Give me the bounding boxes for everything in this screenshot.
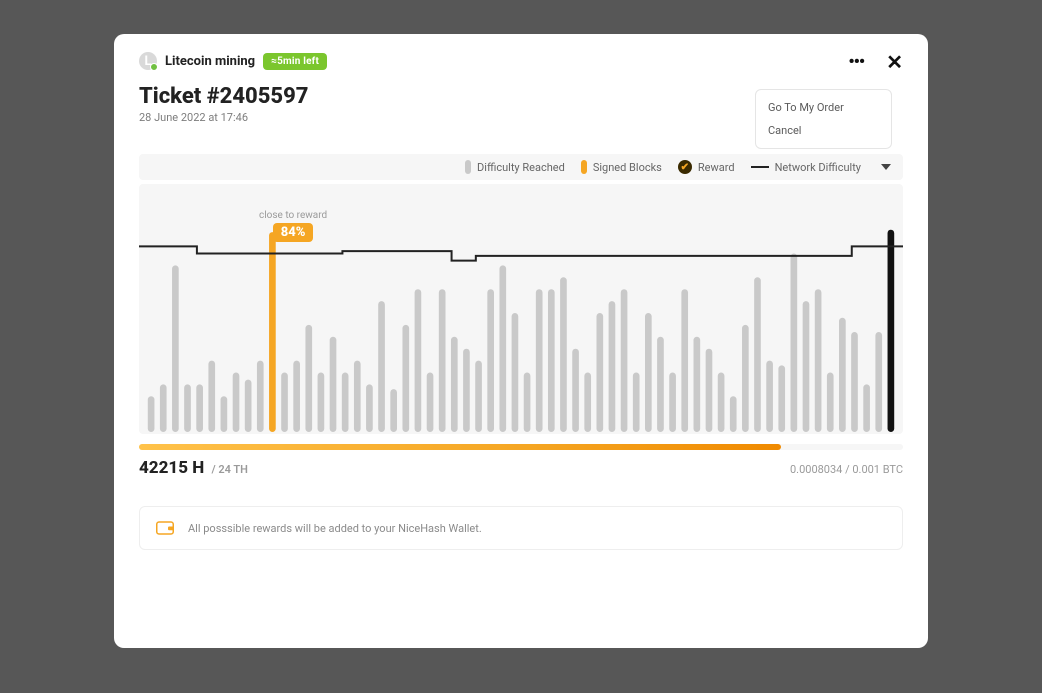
legend-difficulty-reached: Difficulty Reached bbox=[465, 160, 565, 174]
btc-earned: 0.0008034 / 0.001 BTC bbox=[790, 463, 903, 476]
legend-label: Signed Blocks bbox=[593, 161, 662, 174]
legend-label: Difficulty Reached bbox=[477, 161, 565, 174]
chevron-down-icon bbox=[881, 164, 891, 170]
popover-cancel[interactable]: Cancel bbox=[756, 119, 891, 142]
btc-earned-value: 0.0008034 bbox=[790, 463, 842, 476]
annotation-label: close to reward bbox=[259, 210, 327, 221]
legend-line-icon bbox=[751, 166, 769, 168]
close-to-reward-annotation: close to reward 84% bbox=[259, 210, 327, 242]
legend-grey-pill-icon bbox=[465, 160, 471, 174]
hashrate-value: 42215 H bbox=[139, 458, 204, 478]
btc-target-value: 0.001 BTC bbox=[852, 463, 903, 476]
popover-go-to-order[interactable]: Go To My Order bbox=[756, 96, 891, 119]
progress-track bbox=[139, 444, 903, 450]
legend-signed-blocks: Signed Blocks bbox=[581, 160, 662, 174]
coin-name: Litecoin mining bbox=[165, 54, 255, 69]
mining-ticket-card: L Litecoin mining ≈5min left ••• ✕ Ticke… bbox=[114, 34, 928, 648]
legend-reward-icon: ✔ bbox=[678, 160, 692, 174]
litecoin-icon: L bbox=[139, 52, 157, 70]
wallet-notice: All posssible rewards will be added to y… bbox=[139, 506, 903, 550]
legend-label: Reward bbox=[698, 161, 735, 174]
chart-legend: Difficulty Reached Signed Blocks ✔ Reward… bbox=[139, 154, 903, 180]
hashrate-sub: / 24 TH bbox=[211, 463, 248, 476]
legend-reward: ✔ Reward bbox=[678, 160, 735, 174]
more-menu-popover: Go To My Order Cancel bbox=[755, 89, 892, 149]
legend-label: Network Difficulty bbox=[775, 161, 861, 174]
wallet-icon bbox=[156, 521, 174, 535]
progress-fill bbox=[139, 444, 781, 450]
legend-orange-pill-icon bbox=[581, 160, 587, 174]
progress-row: 42215 H / 24 TH 0.0008034 / 0.001 BTC bbox=[139, 444, 903, 478]
annotation-pct-badge: 84% bbox=[273, 223, 314, 242]
time-left-badge: ≈5min left bbox=[263, 53, 327, 70]
wallet-notice-text: All posssible rewards will be added to y… bbox=[188, 522, 482, 535]
chart-container: close to reward 84% bbox=[139, 184, 903, 434]
difficulty-chart: close to reward 84% bbox=[139, 184, 903, 434]
more-menu-button[interactable]: ••• bbox=[848, 54, 864, 71]
close-icon: ✕ bbox=[886, 52, 903, 72]
legend-network-difficulty-select[interactable]: Network Difficulty bbox=[751, 161, 891, 174]
header: L Litecoin mining ≈5min left bbox=[139, 52, 903, 70]
close-button[interactable]: ✕ bbox=[886, 52, 903, 72]
hashrate: 42215 H / 24 TH bbox=[139, 458, 248, 478]
chart-svg bbox=[139, 184, 903, 434]
more-dots-icon: ••• bbox=[848, 54, 864, 71]
